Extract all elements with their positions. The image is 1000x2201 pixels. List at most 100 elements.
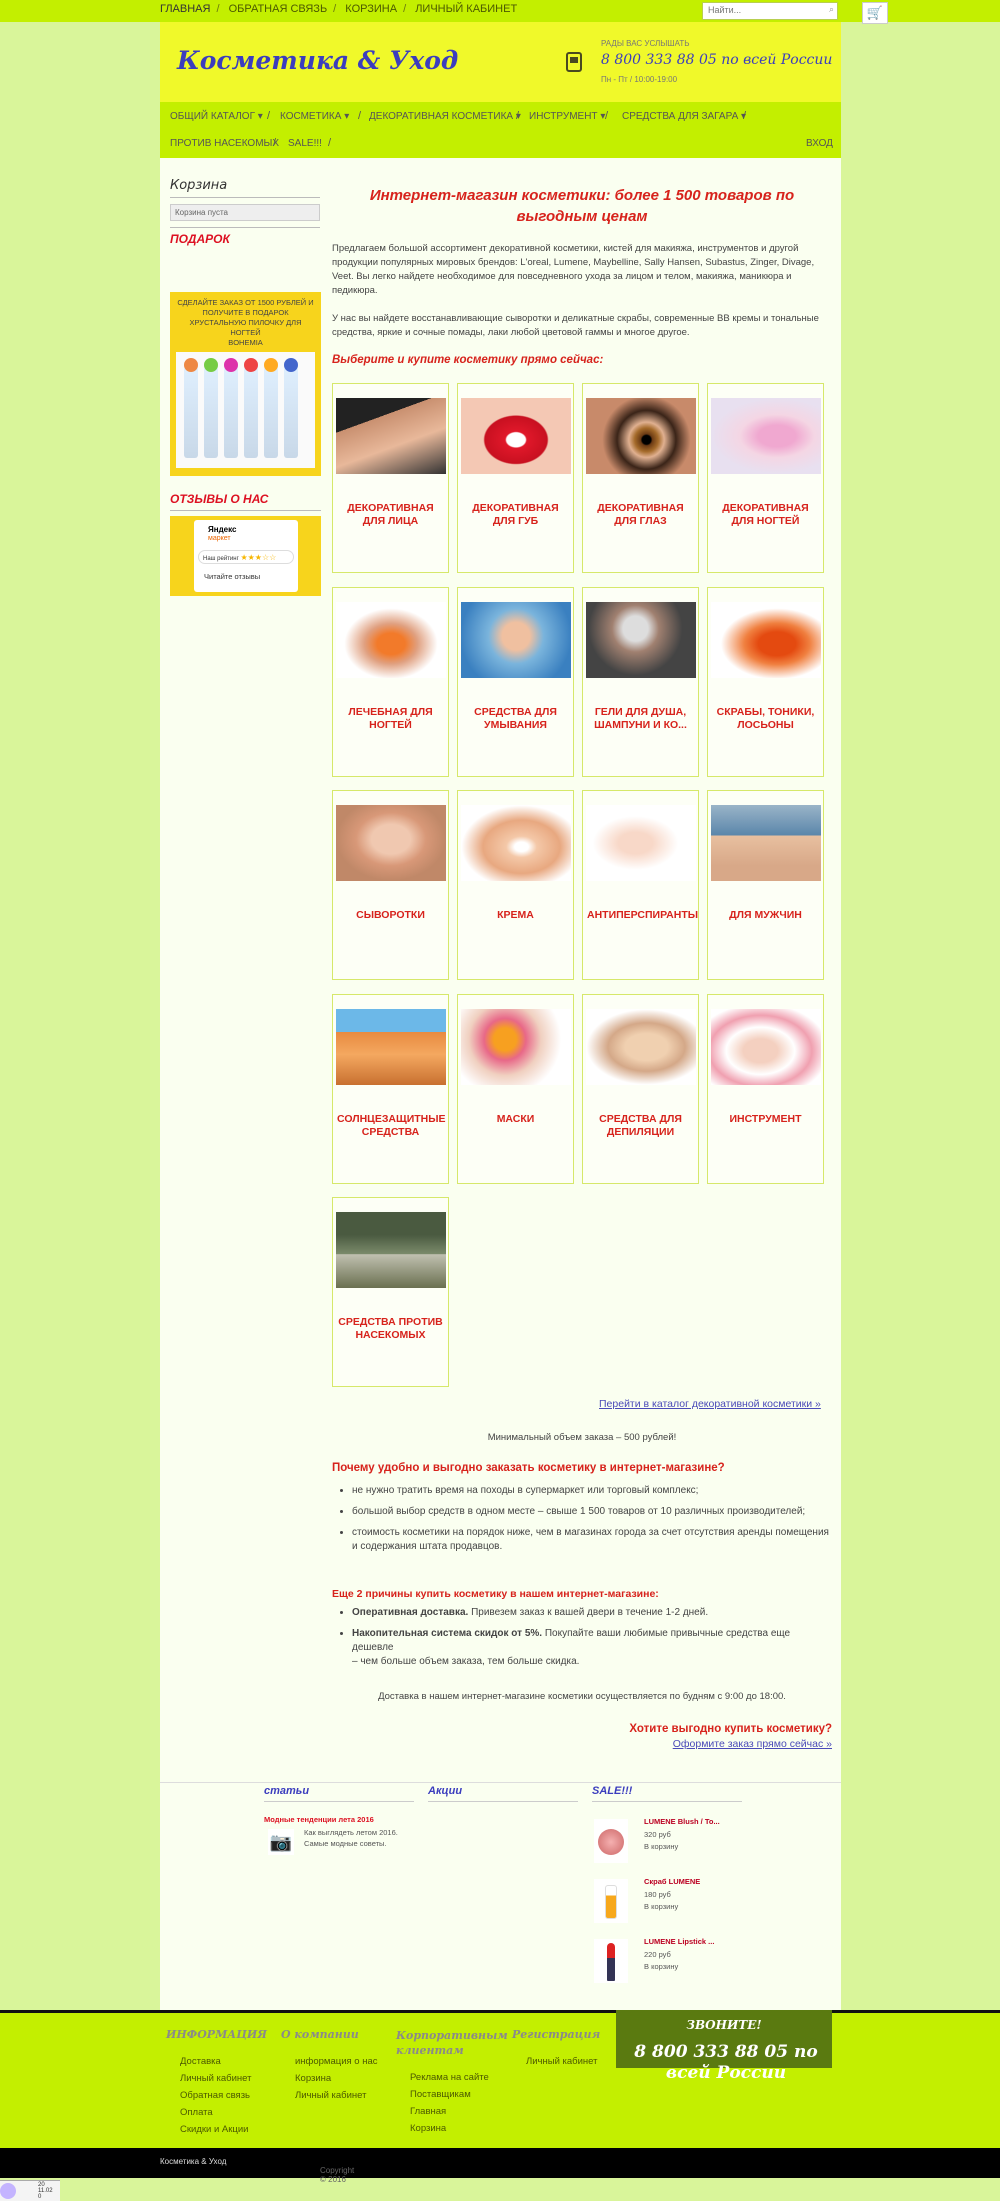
category-label[interactable]: МАСКИ bbox=[462, 1113, 569, 1126]
add-to-cart-link[interactable]: В корзину bbox=[644, 1961, 678, 1972]
product-thumbnail[interactable] bbox=[594, 1819, 628, 1863]
category-image[interactable] bbox=[461, 805, 571, 881]
category-image[interactable] bbox=[461, 602, 571, 678]
category-label[interactable]: КРЕМА bbox=[462, 909, 569, 922]
category-label[interactable]: СРЕДСТВА ДЛЯ УМЫВАНИЯ bbox=[462, 706, 569, 732]
category-label[interactable]: ДЕКОРАТИВНАЯ ДЛЯ ГЛАЗ bbox=[587, 502, 694, 528]
menu-item-sale[interactable]: SALE!!! bbox=[288, 138, 322, 149]
category-image[interactable] bbox=[586, 805, 696, 881]
product-name[interactable]: LUMENE Lipstick ... bbox=[644, 1937, 714, 1946]
category-card[interactable]: СОЛНЦЕЗАЩИТНЫЕ СРЕДСТВА bbox=[332, 994, 449, 1184]
yandex-market-card[interactable]: Яндекс маркет Наш рейтинг ★★★☆☆ Читайте … bbox=[194, 520, 298, 592]
menu-item-cosmetics[interactable]: КОСМЕТИКА ▾ bbox=[280, 111, 349, 122]
category-image[interactable] bbox=[461, 1009, 571, 1085]
category-card[interactable]: ДЕКОРАТИВНАЯ ДЛЯ ГЛАЗ bbox=[582, 383, 699, 573]
footer-link[interactable]: Скидки и Акции bbox=[180, 2124, 248, 2135]
product-thumbnail[interactable] bbox=[594, 1879, 628, 1923]
category-image[interactable] bbox=[336, 1212, 446, 1288]
articles-title[interactable]: статьи bbox=[264, 1785, 309, 1797]
top-nav-feedback[interactable]: ОБРАТНАЯ СВЯЗЬ bbox=[229, 3, 328, 15]
category-card[interactable]: ДЕКОРАТИВНАЯ ДЛЯ ГУБ bbox=[457, 383, 574, 573]
gift-banner[interactable]: СДЕЛАЙТЕ ЗАКАЗ ОТ 1500 РУБЛЕЙ И ПОЛУЧИТЕ… bbox=[170, 292, 321, 476]
footer-link[interactable]: Личный кабинет bbox=[295, 2090, 366, 2101]
category-card[interactable]: СЫВОРОТКИ bbox=[332, 790, 449, 980]
category-label[interactable]: АНТИПЕРСПИРАНТЫ bbox=[587, 909, 698, 922]
category-card[interactable]: СРЕДСТВА ДЛЯ УМЫВАНИЯ bbox=[457, 587, 574, 777]
category-image[interactable] bbox=[711, 1009, 821, 1085]
catalog-link[interactable]: Перейти в каталог декоративной косметики… bbox=[599, 1398, 821, 1410]
footer-link[interactable]: Оплата bbox=[180, 2107, 213, 2118]
cta-link[interactable]: Оформите заказ прямо сейчас » bbox=[632, 1738, 832, 1750]
category-image[interactable] bbox=[336, 805, 446, 881]
cart-icon[interactable]: 🛒 bbox=[862, 2, 888, 24]
category-card[interactable]: ИНСТРУМЕНТ bbox=[707, 994, 824, 1184]
product-name[interactable]: Скраб LUMENE bbox=[644, 1877, 700, 1886]
read-reviews-link[interactable]: Читайте отзывы bbox=[204, 572, 260, 581]
category-card[interactable]: МАСКИ bbox=[457, 994, 574, 1184]
footer-link[interactable]: Корзина bbox=[410, 2123, 446, 2134]
footer-link[interactable]: Обратная связь bbox=[180, 2090, 250, 2101]
search-icon[interactable]: ⌕ bbox=[829, 4, 834, 15]
category-label[interactable]: ДЕКОРАТИВНАЯ ДЛЯ НОГТЕЙ bbox=[712, 502, 819, 528]
top-nav-home[interactable]: ГЛАВНАЯ bbox=[160, 3, 210, 15]
category-label[interactable]: СОЛНЦЕЗАЩИТНЫЕ СРЕДСТВА bbox=[337, 1113, 446, 1139]
category-image[interactable] bbox=[336, 1009, 446, 1085]
category-image[interactable] bbox=[336, 398, 446, 474]
category-card[interactable]: СРЕДСТВА ПРОТИВ НАСЕКОМЫХ bbox=[332, 1197, 449, 1387]
category-image[interactable] bbox=[711, 805, 821, 881]
footer-link[interactable]: Главная bbox=[410, 2106, 446, 2117]
category-label[interactable]: ИНСТРУМЕНТ bbox=[712, 1113, 819, 1126]
category-image[interactable] bbox=[586, 1009, 696, 1085]
category-image[interactable] bbox=[336, 602, 446, 678]
menu-item-tools[interactable]: ИНСТРУМЕНТ ▾ bbox=[529, 111, 605, 122]
menu-item-catalog[interactable]: ОБЩИЙ КАТАЛОГ ▾ bbox=[170, 111, 263, 122]
category-card[interactable]: ДЕКОРАТИВНАЯ ДЛЯ ЛИЦА bbox=[332, 383, 449, 573]
footer-link[interactable]: Доставка bbox=[180, 2056, 221, 2067]
product-price: 220 руб bbox=[644, 1950, 671, 1959]
category-card[interactable]: ДЛЯ МУЖЧИН bbox=[707, 790, 824, 980]
category-card[interactable]: АНТИПЕРСПИРАНТЫ bbox=[582, 790, 699, 980]
menu-item-insects[interactable]: ПРОТИВ НАСЕКОМЫХ bbox=[170, 138, 279, 149]
category-label[interactable]: ДЕКОРАТИВНАЯ ДЛЯ ГУБ bbox=[462, 502, 569, 528]
top-nav-account[interactable]: ЛИЧНЫЙ КАБИНЕТ bbox=[415, 3, 517, 15]
category-card[interactable]: ЛЕЧЕБНАЯ ДЛЯ НОГТЕЙ bbox=[332, 587, 449, 777]
category-card[interactable]: КРЕМА bbox=[457, 790, 574, 980]
sale-title[interactable]: SALE!!! bbox=[592, 1785, 632, 1797]
category-label[interactable]: СРЕДСТВА ДЛЯ ДЕПИЛЯЦИИ bbox=[587, 1113, 694, 1139]
category-image[interactable] bbox=[461, 398, 571, 474]
category-label[interactable]: СКРАБЫ, ТОНИКИ, ЛОСЬОНЫ bbox=[712, 706, 819, 732]
add-to-cart-link[interactable]: В корзину bbox=[644, 1841, 678, 1852]
product-name[interactable]: LUMENE Blush / To... bbox=[644, 1817, 720, 1826]
reviews-widget[interactable]: Яндекс маркет Наш рейтинг ★★★☆☆ Читайте … bbox=[170, 516, 321, 596]
category-image[interactable] bbox=[711, 398, 821, 474]
category-card[interactable]: ДЕКОРАТИВНАЯ ДЛЯ НОГТЕЙ bbox=[707, 383, 824, 573]
article-title[interactable]: Модные тенденции лета 2016 bbox=[264, 1815, 374, 1824]
top-nav-cart[interactable]: КОРЗИНА bbox=[345, 3, 397, 15]
category-image[interactable] bbox=[586, 602, 696, 678]
footer-link[interactable]: Личный кабинет bbox=[180, 2073, 251, 2084]
footer-link[interactable]: информация о нас bbox=[295, 2056, 378, 2067]
footer-link[interactable]: Корзина bbox=[295, 2073, 331, 2084]
search-input[interactable]: Найти... ⌕ bbox=[702, 2, 838, 20]
category-card[interactable]: СКРАБЫ, ТОНИКИ, ЛОСЬОНЫ bbox=[707, 587, 824, 777]
menu-item-decorative[interactable]: ДЕКОРАТИВНАЯ КОСМЕТИКА ▾ bbox=[369, 111, 521, 122]
add-to-cart-link[interactable]: В корзину bbox=[644, 1901, 678, 1912]
footer-link[interactable]: Поставщикам bbox=[410, 2089, 471, 2100]
footer-link[interactable]: Личный кабинет bbox=[526, 2056, 597, 2067]
category-card[interactable]: СРЕДСТВА ДЛЯ ДЕПИЛЯЦИИ bbox=[582, 994, 699, 1184]
login-link[interactable]: ВХОД bbox=[806, 138, 833, 149]
category-label[interactable]: СРЕДСТВА ПРОТИВ НАСЕКОМЫХ bbox=[337, 1316, 444, 1342]
category-label[interactable]: ЛЕЧЕБНАЯ ДЛЯ НОГТЕЙ bbox=[337, 706, 444, 732]
category-label[interactable]: СЫВОРОТКИ bbox=[337, 909, 444, 922]
category-image[interactable] bbox=[711, 602, 821, 678]
category-label[interactable]: ГЕЛИ ДЛЯ ДУША, ШАМПУНИ И КО... bbox=[587, 706, 694, 732]
category-image[interactable] bbox=[586, 398, 696, 474]
menu-item-tanning[interactable]: СРЕДСТВА ДЛЯ ЗАГАРА ▾ bbox=[622, 111, 746, 122]
news-title[interactable]: Акции bbox=[428, 1785, 462, 1797]
product-thumbnail[interactable] bbox=[594, 1939, 628, 1983]
footer-link[interactable]: Реклама на сайте bbox=[410, 2072, 489, 2083]
category-card[interactable]: ГЕЛИ ДЛЯ ДУША, ШАМПУНИ И КО... bbox=[582, 587, 699, 777]
site-logo[interactable]: Косметика & Уход bbox=[177, 46, 458, 75]
category-label[interactable]: ДЕКОРАТИВНАЯ ДЛЯ ЛИЦА bbox=[337, 502, 444, 528]
category-label[interactable]: ДЛЯ МУЖЧИН bbox=[712, 909, 819, 922]
